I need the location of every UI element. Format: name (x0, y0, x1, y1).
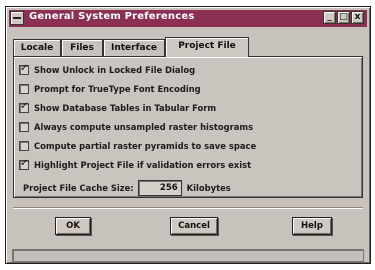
close-button[interactable]: x (351, 11, 364, 24)
checkbox[interactable] (19, 122, 29, 132)
cache-size-row: Project File Cache Size: 256 Kilobytes (23, 179, 235, 196)
window-title: General System Preferences (29, 11, 195, 22)
title-bar[interactable]: General System Preferences _ □ x (9, 10, 367, 27)
help-button[interactable]: Help (292, 217, 332, 235)
option-label: Show Database Tables in Tabular Form (34, 103, 217, 113)
checkbox[interactable] (19, 101, 29, 113)
cancel-button[interactable]: Cancel (170, 217, 218, 235)
option-unsampled-histograms[interactable]: Always compute unsampled raster histogra… (19, 120, 253, 134)
option-prompt-truetype[interactable]: Prompt for TrueType Font Encoding (19, 82, 201, 96)
option-show-unlock[interactable]: Show Unlock in Locked File Dialog (19, 63, 195, 77)
tab-interface[interactable]: Interface (103, 39, 165, 56)
cache-size-unit: Kilobytes (186, 182, 231, 193)
status-bar (12, 249, 364, 262)
cache-size-input[interactable]: 256 (137, 179, 182, 196)
checkbox[interactable] (19, 158, 29, 170)
cache-size-label: Project File Cache Size: (23, 182, 134, 193)
option-label: Compute partial raster pyramids to save … (34, 141, 257, 151)
tab-locale[interactable]: Locale (13, 39, 61, 56)
system-menu-icon[interactable] (10, 11, 24, 25)
preferences-window: General System Preferences _ □ x Locale … (5, 6, 371, 264)
option-label: Highlight Project File if validation err… (34, 160, 252, 170)
checkbox[interactable] (19, 84, 29, 94)
option-show-database-tables[interactable]: Show Database Tables in Tabular Form (19, 101, 216, 115)
button-bar: OK Cancel Help (13, 207, 363, 245)
option-highlight-validation[interactable]: Highlight Project File if validation err… (19, 158, 251, 172)
option-label: Show Unlock in Locked File Dialog (34, 65, 196, 75)
option-partial-pyramids[interactable]: Compute partial raster pyramids to save … (19, 139, 256, 153)
option-label: Always compute unsampled raster histogra… (34, 122, 254, 132)
minimize-button[interactable]: _ (323, 11, 336, 24)
tab-files[interactable]: Files (61, 39, 103, 56)
tab-project-file[interactable]: Project File (165, 37, 249, 57)
checkbox[interactable] (19, 63, 29, 75)
option-label: Prompt for TrueType Font Encoding (34, 84, 201, 94)
ok-button[interactable]: OK (55, 217, 91, 235)
project-file-panel: Show Unlock in Locked File Dialog Prompt… (13, 56, 363, 198)
checkbox[interactable] (19, 141, 29, 151)
maximize-button[interactable]: □ (337, 11, 350, 24)
